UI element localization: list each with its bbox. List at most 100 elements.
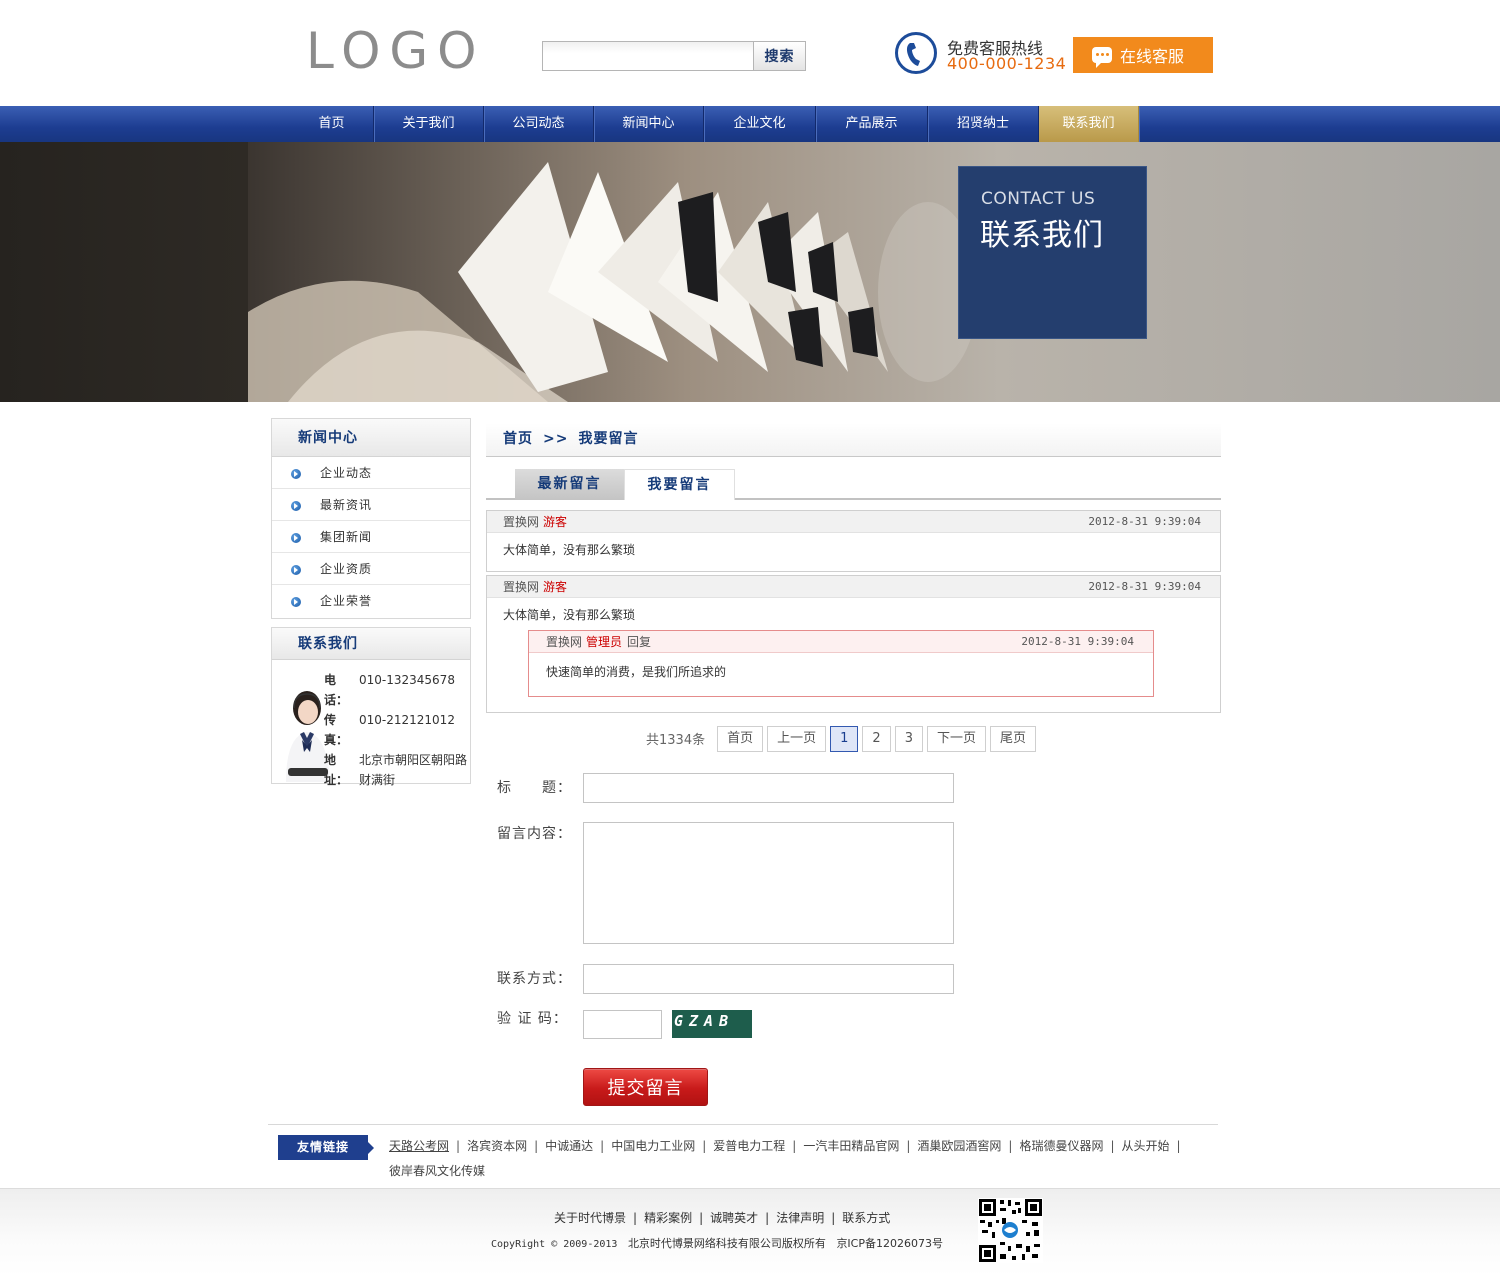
message-content: 大体简单，没有那么繁琐 <box>503 608 636 622</box>
online-service-label: 在线客服 <box>1120 47 1185 66</box>
address-value: 北京市朝阳区朝阳路财满街 <box>359 753 468 787</box>
sidebar-item-qualification[interactable]: 企业资质 <box>272 553 470 585</box>
content-label: 留言内容： <box>497 826 572 842</box>
message-time: 2012-8-31 9:39:04 <box>1088 580 1201 593</box>
nav-item-news-center[interactable]: 新闻中心 <box>594 106 704 142</box>
nav-item-company-news[interactable]: 公司动态 <box>484 106 594 142</box>
sidebar-item-label: 企业资质 <box>320 562 373 576</box>
phone-label: 电话： <box>324 673 349 707</box>
friend-link[interactable]: 一汽丰田精品官网 <box>803 1139 899 1153</box>
footer-link-careers[interactable]: 诚聘英才 <box>710 1211 758 1225</box>
pagination-page-1[interactable]: 1 <box>830 725 859 752</box>
contact-label: 联系方式： <box>497 971 572 987</box>
pagination-prev[interactable]: 上一页 <box>767 725 827 752</box>
footer-link-about[interactable]: 关于时代博景 <box>554 1211 626 1225</box>
reply-header: 置换网 管理员 回复 2012-8-31 9:39:04 <box>529 631 1153 653</box>
pagination-next[interactable]: 下一页 <box>926 725 986 752</box>
friend-link[interactable]: 酒巢欧园酒窖网 <box>917 1139 1001 1153</box>
message-tabs: 最新留言 我要留言 <box>486 467 1221 500</box>
main-nav: 首页 关于我们 公司动态 新闻中心 企业文化 产品展示 招贤纳士 联系我们 <box>0 106 1500 142</box>
submit-message-button[interactable]: 提交留言 <box>583 1068 708 1106</box>
tab-post-message[interactable]: 我要留言 <box>624 469 735 500</box>
contact-us-panel: CONTACT US 联系我们 <box>958 166 1147 339</box>
message-header: 置换网 游客 2012-8-31 9:39:04 <box>487 576 1220 598</box>
footer-link-cases[interactable]: 精彩案例 <box>644 1211 692 1225</box>
sidebar-item-latest-info[interactable]: 最新资讯 <box>272 489 470 521</box>
contact-details: 电话： 010-132345678 传真： 010-212121012 地址： 北京市… <box>324 670 471 790</box>
friend-links: 友情链接 天路公考网 | 洛宾资本网 | 中诚通达 | 中国电力工业网 | 爱普电力工程 | 一汽丰… <box>268 1124 1218 1188</box>
message-time: 2012-8-31 9:39:04 <box>1088 515 1201 528</box>
pagination-first[interactable]: 首页 <box>717 725 764 752</box>
qr-code-image <box>978 1198 1043 1263</box>
title-input[interactable] <box>583 773 954 803</box>
friend-links-list: 天路公考网 | 洛宾资本网 | 中诚通达 | 中国电力工业网 | 爱普电力工程 | 一汽丰田精品官网… <box>389 1139 1181 1178</box>
message-user: 游客 <box>543 515 568 529</box>
breadcrumb: 首页 >> 我要留言 <box>486 423 1221 457</box>
tab-latest-messages[interactable]: 最新留言 <box>515 469 624 500</box>
message-header: 置换网 游客 2012-8-31 9:39:04 <box>487 511 1220 533</box>
sidebar-news: 新闻中心 企业动态 最新资讯 集团新闻 企业资质 企业荣誉 <box>271 418 471 619</box>
pagination-page-2[interactable]: 2 <box>862 725 891 752</box>
message-site: 置换网 <box>503 515 540 529</box>
captcha-image[interactable]: GZAB <box>672 1010 752 1038</box>
friend-link[interactable]: 中国电力工业网 <box>611 1139 695 1153</box>
friend-link[interactable]: 彼岸春风文化传媒 <box>389 1164 485 1178</box>
friend-link[interactable]: 格瑞德曼仪器网 <box>1019 1139 1103 1153</box>
captcha-label: 验 证 码： <box>497 1011 568 1027</box>
nav-item-culture[interactable]: 企业文化 <box>704 106 816 142</box>
nav-item-jobs[interactable]: 招贤纳士 <box>928 106 1039 142</box>
pagination: 共1334条 首页 上一页 1 2 3 下一页 尾页 <box>646 725 1040 752</box>
message-site: 置换网 <box>503 580 540 594</box>
banner: CONTACT US 联系我们 <box>0 142 1500 402</box>
sidebar-item-group-news[interactable]: 集团新闻 <box>272 521 470 553</box>
search-box: 搜索 <box>542 41 806 71</box>
pagination-last[interactable]: 尾页 <box>989 725 1036 752</box>
sidebar-item-honors[interactable]: 企业荣誉 <box>272 585 470 617</box>
phone-icon <box>895 32 937 74</box>
arrow-bullet-icon <box>291 565 301 575</box>
nav-item-home[interactable]: 首页 <box>290 106 374 142</box>
friend-link[interactable]: 爱普电力工程 <box>713 1139 785 1153</box>
content-textarea[interactable] <box>583 822 954 944</box>
fax-value: 010-212121012 <box>359 713 455 727</box>
friend-link[interactable]: 天路公考网 <box>389 1139 449 1153</box>
nav-item-products[interactable]: 产品展示 <box>816 106 928 142</box>
online-service-button[interactable]: 在线客服 <box>1073 37 1213 73</box>
contact-us-title-en: CONTACT US <box>981 189 1096 209</box>
chat-icon <box>1092 47 1112 68</box>
friend-link[interactable]: 洛宾资本网 <box>467 1139 527 1153</box>
phone-value: 010-132345678 <box>359 673 455 687</box>
nav-item-about[interactable]: 关于我们 <box>374 106 484 142</box>
contact-input[interactable] <box>583 964 954 994</box>
site-logo[interactable]: LOGO <box>306 26 486 76</box>
arrow-bullet-icon <box>291 469 301 479</box>
admin-reply: 置换网 管理员 回复 2012-8-31 9:39:04 快速简单的消费，是我们所追… <box>528 630 1154 697</box>
message-user: 游客 <box>543 580 568 594</box>
pagination-page-3[interactable]: 3 <box>894 725 923 752</box>
arrow-bullet-icon <box>291 501 301 511</box>
message-content: 大体简单，没有那么繁琐 <box>503 543 636 557</box>
copyright: CopyRight © 2009-2013 北京时代博景网络科技有限公司版权所有… <box>491 1235 943 1251</box>
message-item: 置换网 游客 2012-8-31 9:39:04 大体简单，没有那么繁琐 <box>486 510 1221 572</box>
friend-link[interactable]: 从头开始 <box>1122 1139 1170 1153</box>
message-item: 置换网 游客 2012-8-31 9:39:04 大体简单，没有那么繁琐 置换网管… <box>486 575 1221 713</box>
pagination-total: 共1334条 <box>646 733 706 748</box>
fax-label: 传真： <box>324 713 349 747</box>
captcha-input[interactable] <box>583 1010 662 1039</box>
breadcrumb-home[interactable]: 首页 <box>503 431 533 447</box>
nav-list: 首页 关于我们 公司动态 新闻中心 企业文化 产品展示 招贤纳士 联系我们 <box>290 106 1139 142</box>
search-input[interactable] <box>543 42 754 70</box>
footer-link-contact[interactable]: 联系方式 <box>842 1211 890 1225</box>
footer-link-legal[interactable]: 法律声明 <box>776 1211 824 1225</box>
friend-link[interactable]: 中诚通达 <box>545 1139 593 1153</box>
arrow-bullet-icon <box>291 597 301 607</box>
sidebar-item-label: 企业动态 <box>320 466 373 480</box>
title-label: 标 题： <box>497 780 572 796</box>
search-button[interactable]: 搜索 <box>753 42 805 70</box>
sidebar-contact-title: 联系我们 <box>272 628 470 660</box>
sidebar-item-company-updates[interactable]: 企业动态 <box>272 457 470 489</box>
nav-item-contact[interactable]: 联系我们 <box>1039 106 1139 142</box>
footer: 关于时代博景 | 精彩案例 | 诚聘英才 | 法律声明 | 联系方式 CopyRight © 2… <box>0 1188 1500 1276</box>
reply-time: 2012-8-31 9:39:04 <box>1021 635 1134 648</box>
sidebar-contact: 联系我们 电话： 010-132345678 传真： 010-212121012 地… <box>271 627 471 787</box>
